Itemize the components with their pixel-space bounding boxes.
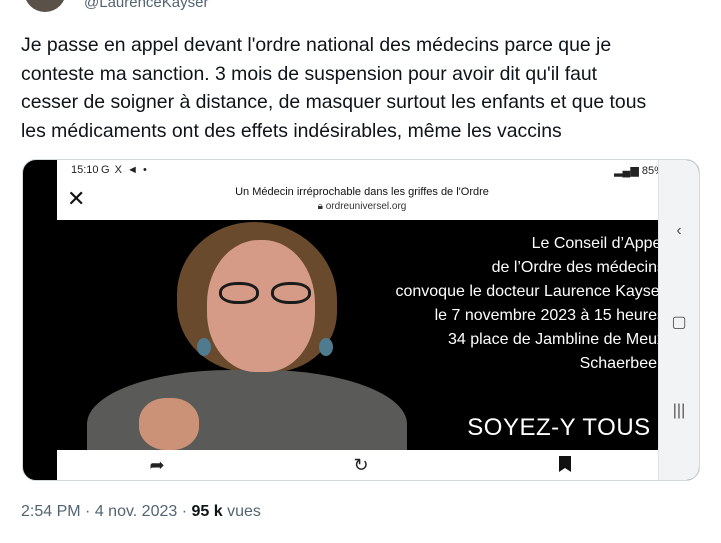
announcement-line: 34 place de Jambline de Meux [447,331,665,348]
home-nav-icon[interactable]: ▢ [659,312,699,332]
announcement-line: Le Conseil d’Appel [531,235,665,252]
tweet-line: cesser de soigner à distance, de masquer… [21,91,647,113]
person-face [207,240,315,372]
person-hand [139,398,199,450]
share-icon[interactable]: ➦ [145,455,169,477]
tweet-time[interactable]: 2:54 PM [21,503,81,520]
bookmark-glyph [559,456,571,472]
earring-right [319,338,333,356]
recents-nav-icon[interactable]: ||| [659,402,699,420]
signal-icon: ▂▄▆ [614,165,642,177]
announcement-line: de l’Ordre des médecins [491,259,665,276]
call-to-action: SOYEZ-Y TOUS ! [467,414,665,441]
phone-status-bar: 15:10 G X ◄ • ▂▄▆ 85% ▮ [57,160,685,182]
video-frame: Le Conseil d’Appel de l’Ordre des médeci… [57,220,685,450]
tweet-text: Je passe en appel devant l'ordre nationa… [21,31,711,145]
in-app-browser-bar: ✕ Un Médecin irréprochable dans les grif… [57,182,685,220]
meta-separator: · [85,503,91,520]
tweet-line: Je passe en appel devant l'ordre nationa… [21,34,612,56]
tweet-meta: 2:54 PM · 4 nov. 2023 · 95 k vues [21,503,261,521]
phone-nav-strip: ‹ ▢ ||| [658,160,699,480]
page-url-text: ordreuniversel.org [325,201,407,212]
back-nav-icon[interactable]: ‹ [659,222,699,240]
announcement-line: Schaerbeek [579,355,665,372]
tweet-media[interactable]: 15:10 G X ◄ • ▂▄▆ 85% ▮ ✕ Un Médecin irr… [22,159,700,481]
page-title: Un Médecin irréprochable dans les griffe… [235,186,489,198]
tweet-line: conteste ma sanction. 3 mois de suspensi… [21,62,598,85]
earring-left [197,338,211,356]
browser-bottom-bar: ➦ ↻ [57,450,685,480]
tweet-date[interactable]: 4 nov. 2023 [95,503,177,520]
person-body [87,370,407,450]
phone-screenshot: 15:10 G X ◄ • ▂▄▆ 85% ▮ ✕ Un Médecin irr… [57,160,685,480]
page-url: 🔒︎ ordreuniversel.org [117,201,607,212]
user-handle[interactable]: @LaurenceKayser [84,0,208,11]
avatar[interactable] [24,0,66,12]
lock-icon: 🔒︎ [317,201,326,212]
tweet-line: les médicaments ont des effets indésirab… [21,119,562,142]
status-notification-icons: G X ◄ • [101,164,148,176]
glasses [215,282,315,304]
status-time: 15:10 [71,164,99,176]
bookmark-icon[interactable] [553,455,577,477]
meta-separator: · [181,503,188,520]
announcement-line: convoque le docteur Laurence Kayser [395,283,665,300]
close-icon[interactable]: ✕ [67,188,85,210]
views-count: 95 k [191,503,223,520]
reload-icon[interactable]: ↻ [349,455,373,477]
announcement-text: Le Conseil d’Appel de l’Ordre des médeci… [345,232,665,376]
views-label: vues [227,503,261,520]
announcement-line: le 7 novembre 2023 à 15 heures [434,307,665,324]
